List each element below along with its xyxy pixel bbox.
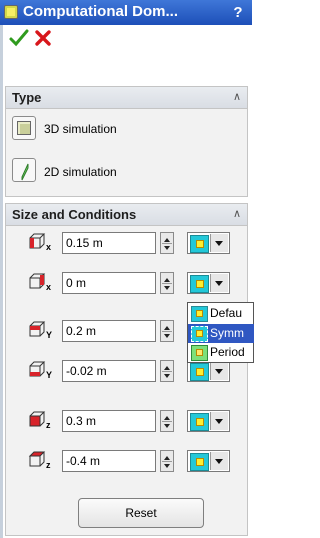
dropdown-item-symmetry[interactable]: Symm [188, 324, 254, 343]
check-icon [9, 29, 29, 47]
collapse-icon[interactable]: ∧ [233, 207, 241, 220]
y-min-boundary-select[interactable] [187, 360, 230, 382]
size-row: x 0 m [28, 272, 233, 296]
option-label: 3D simulation [44, 122, 117, 136]
z-min-boundary-select[interactable] [187, 450, 230, 472]
y-min-input[interactable]: -0.02 m [62, 360, 156, 382]
size-row: z 0.3 m [28, 410, 233, 434]
axis-label: Y [46, 370, 53, 380]
x-min-spinner[interactable] [160, 272, 174, 294]
title-bar: Computational Dom... ? [0, 0, 252, 25]
axis-label: z [46, 460, 51, 470]
dropdown-item-label: Symm [210, 326, 244, 340]
3d-simulation-icon [12, 116, 36, 140]
y-max-spinner[interactable] [160, 320, 174, 342]
size-row: z -0.4 m [28, 450, 233, 474]
boundary-condition-dropdown: Defau Symm Period [187, 302, 254, 363]
size-row: x 0.15 m [28, 232, 233, 256]
z-min-input[interactable]: -0.4 m [62, 450, 156, 472]
z-max-spinner[interactable] [160, 410, 174, 432]
cancel-button[interactable] [32, 28, 54, 48]
x-max-spinner[interactable] [160, 232, 174, 254]
panel-title: Size and Conditions [12, 207, 137, 222]
dropdown-item-periodicity[interactable]: Period [188, 343, 254, 362]
option-2d-simulation[interactable]: 2D simulation [12, 158, 212, 184]
dropdown-item-label: Period [210, 345, 245, 359]
app-icon [4, 5, 18, 19]
default-condition-icon [191, 306, 208, 322]
x-max-boundary-select[interactable] [187, 232, 230, 254]
collapse-icon[interactable]: ∧ [233, 90, 241, 103]
size-row: Y -0.02 m [28, 360, 233, 384]
periodicity-condition-icon [191, 345, 208, 361]
axis-label: x [46, 282, 52, 292]
size-panel-header[interactable]: Size and Conditions ∧ [6, 204, 247, 226]
y-min-spinner[interactable] [160, 360, 174, 382]
type-panel-header[interactable]: Type ∧ [6, 87, 247, 109]
axis-label: x [46, 242, 52, 252]
z-max-input[interactable]: 0.3 m [62, 410, 156, 432]
panel-title: Type [12, 90, 42, 105]
2d-simulation-icon [12, 158, 36, 182]
x-max-input[interactable]: 0.15 m [62, 232, 156, 254]
window-title: Computational Dom... [23, 3, 178, 20]
z-min-spinner[interactable] [160, 450, 174, 472]
ok-button[interactable] [8, 28, 30, 48]
left-frame [0, 25, 3, 538]
symmetry-condition-icon [191, 326, 208, 342]
x-icon [35, 30, 51, 46]
dropdown-item-default[interactable]: Defau [188, 304, 254, 323]
axis-label: Y [46, 330, 53, 340]
dropdown-item-label: Defau [210, 306, 243, 320]
option-3d-simulation[interactable]: 3D simulation [12, 116, 212, 142]
y-max-input[interactable]: 0.2 m [62, 320, 156, 342]
type-panel: Type ∧ 3D simulation 2D simulation [5, 86, 248, 197]
x-min-boundary-select[interactable] [187, 272, 230, 294]
reset-button[interactable]: Reset [78, 498, 204, 528]
option-label: 2D simulation [44, 165, 117, 179]
help-button[interactable]: ? [228, 3, 248, 22]
z-max-boundary-select[interactable] [187, 410, 230, 432]
axis-label: z [46, 420, 51, 430]
right-margin [252, 0, 258, 538]
x-min-input[interactable]: 0 m [62, 272, 156, 294]
